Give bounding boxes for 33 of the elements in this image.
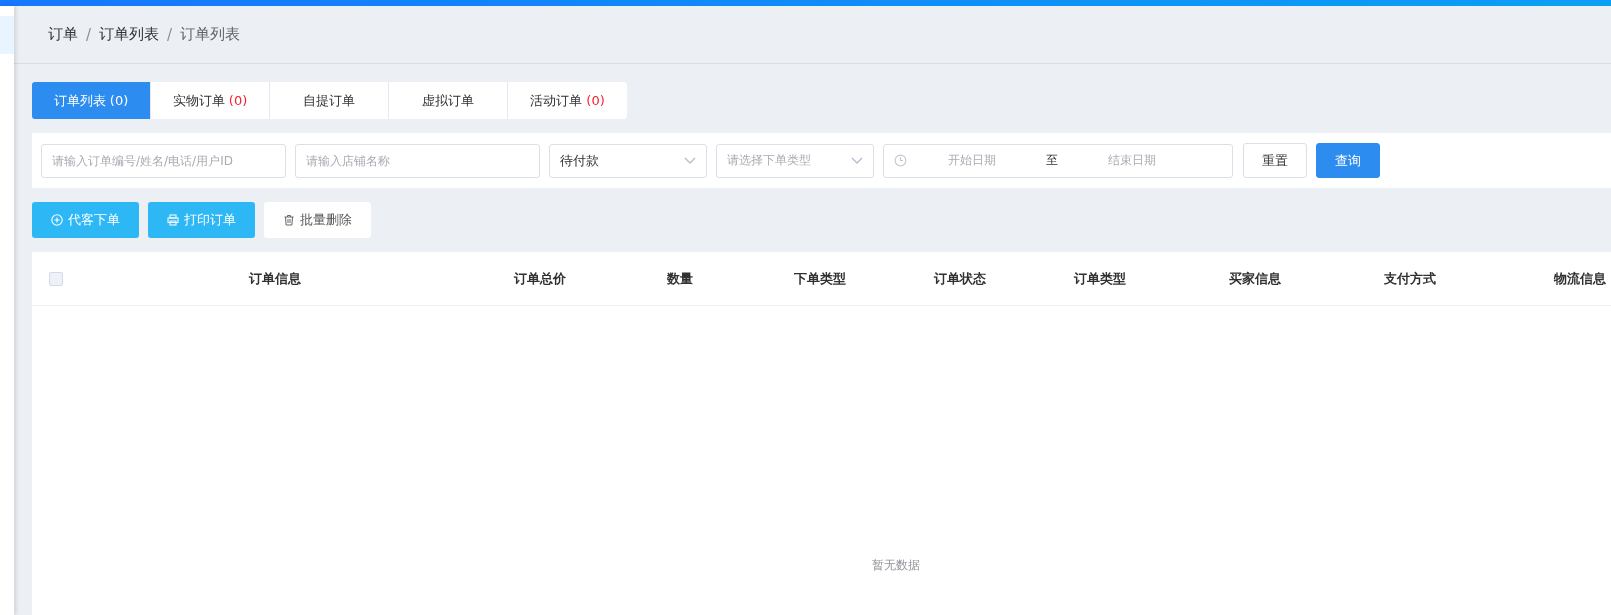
column-header: 下单类型 — [794, 269, 846, 288]
plus-circle-icon — [51, 214, 63, 226]
column-header: 物流信息 — [1554, 269, 1606, 288]
chevron-down-icon — [851, 156, 863, 165]
select-all-checkbox[interactable] — [49, 271, 63, 286]
store-search-field[interactable]: 请输入店铺名称 — [295, 143, 540, 178]
column-header: 订单总价 — [514, 269, 566, 288]
tab[interactable]: 虚拟订单 — [389, 82, 508, 119]
column-header: 数量 — [667, 269, 693, 288]
tab[interactable]: 自提订单 — [270, 82, 389, 119]
column-header: 订单信息 — [249, 269, 301, 288]
column-header: 支付方式 — [1384, 269, 1436, 288]
empty-message: 暂无数据 — [872, 557, 920, 574]
printer-icon — [167, 214, 179, 226]
breadcrumb-separator: / — [167, 25, 173, 44]
tab[interactable]: 实物订单 (0) — [151, 82, 270, 119]
trash-icon — [283, 214, 295, 226]
clock-icon — [894, 154, 907, 167]
breadcrumb-separator: / — [86, 25, 92, 44]
breadcrumb-item[interactable]: 订单列表 — [99, 25, 160, 44]
date-range-field[interactable]: 开始日期 至 结束日期 — [883, 143, 1233, 178]
breadcrumb-item: 订单列表 — [180, 25, 241, 44]
sidebar-item[interactable] — [0, 16, 14, 54]
column-header: 订单状态 — [934, 269, 986, 288]
chevron-down-icon — [684, 156, 696, 165]
delete-button[interactable]: 批量删除 — [264, 202, 371, 238]
tab[interactable]: 活动订单 (0) — [508, 82, 627, 119]
status-select[interactable]: 待付款 — [549, 143, 707, 178]
breadcrumb-item[interactable]: 订单 — [48, 25, 78, 44]
reset-button[interactable]: 重置 — [1243, 143, 1307, 178]
order-search-field[interactable]: 请输入订单编号/姓名/电话/用户ID — [41, 143, 286, 178]
column-header: 买家信息 — [1229, 269, 1281, 288]
column-header: 订单类型 — [1074, 269, 1126, 288]
